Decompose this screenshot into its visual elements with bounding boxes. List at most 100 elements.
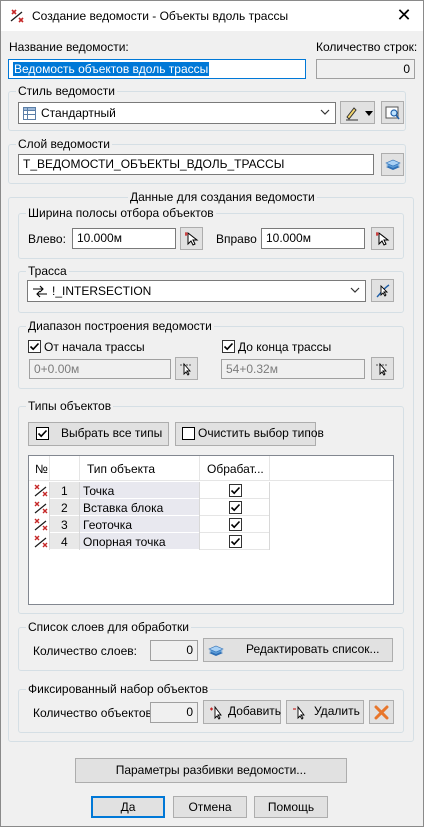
style-combo[interactable]: Стандартный	[18, 102, 336, 124]
ok-button[interactable]: Да	[91, 796, 165, 818]
clear-types-label: Очистить выбор типов	[198, 426, 324, 440]
table-row[interactable]: 3 Геоточка	[29, 516, 270, 533]
row-count-label: Количество строк:	[316, 40, 418, 54]
remove-objects-button[interactable]: Удалить	[286, 700, 364, 724]
title-bar: Создание ведомости - Объекты вдоль трасс…	[1, 1, 423, 31]
right-width-input[interactable]: 10.000м	[261, 228, 365, 249]
from-start-label: От начала трассы	[44, 340, 145, 354]
column-header-num: №	[35, 462, 48, 476]
object-type-icon	[34, 484, 48, 497]
checkmark-icon	[230, 537, 241, 546]
strip-width-label: Ширина полосы отбора объектов	[26, 206, 216, 220]
range-group	[18, 326, 404, 389]
alignment-label: Трасса	[26, 264, 69, 278]
layers-icon	[208, 645, 224, 656]
row-num: 3	[61, 518, 68, 532]
to-end-checkbox[interactable]	[222, 340, 235, 353]
chevron-down-icon	[350, 287, 360, 293]
cancel-button[interactable]: Отмена	[173, 796, 247, 818]
pick-cursor-icon	[376, 231, 390, 246]
split-params-button[interactable]: Параметры разбивки ведомости...	[75, 758, 347, 783]
table-row[interactable]: 2 Вставка блока	[29, 499, 270, 516]
fixed-count-label: Количество объектов:	[33, 706, 156, 720]
end-station-field: 54+0.32м	[221, 359, 365, 379]
select-all-types-label: Выбрать все типы	[61, 426, 163, 440]
row-num: 2	[61, 501, 68, 515]
checkbox-empty-icon	[182, 427, 195, 440]
add-objects-button[interactable]: Добавить	[203, 700, 281, 724]
end-station-pick-button[interactable]	[371, 357, 394, 380]
pick-station-icon	[180, 362, 191, 376]
data-section-label: Данные для создания ведомости	[128, 190, 317, 204]
layer-input[interactable]: T_ВЕДОМОСТИ_ОБЪЕКТЫ_ВДОЛЬ_ТРАССЫ	[18, 154, 374, 175]
alignment-pick-button[interactable]	[371, 279, 394, 302]
delete-x-icon	[374, 705, 389, 720]
table-style-icon	[23, 107, 36, 120]
from-start-checkbox[interactable]	[28, 340, 41, 353]
grid-header: № Тип объекта Обрабат...	[29, 456, 393, 481]
close-icon[interactable]: ✕	[391, 3, 417, 29]
row-num: 1	[61, 484, 68, 498]
row-process-checkbox[interactable]	[229, 501, 242, 514]
range-label: Диапазон построения ведомости	[26, 319, 214, 333]
fixed-set-label: Фиксированный набор объектов	[26, 682, 211, 696]
pick-cursor-icon	[185, 231, 199, 246]
report-name-input[interactable]: Ведомость объектов вдоль трассы	[8, 59, 306, 79]
alignment-icon	[33, 285, 47, 298]
right-label: Вправо	[216, 232, 257, 246]
select-all-types-button[interactable]: Выбрать все типы	[28, 422, 169, 446]
fixed-count-field: 0	[150, 702, 198, 723]
start-station-pick-button[interactable]	[175, 357, 198, 380]
clear-set-button[interactable]	[369, 700, 394, 724]
remove-pick-icon	[293, 705, 305, 720]
alignment-value: !_INTERSECTION	[52, 284, 152, 298]
right-width-pick-button[interactable]	[371, 227, 394, 250]
window-title: Создание ведомости - Объекты вдоль трасс…	[32, 9, 289, 23]
column-header-process: Обрабат...	[207, 462, 264, 476]
app-icon	[10, 9, 24, 23]
layers-list-label: Список слоев для обработки	[26, 620, 191, 634]
report-name-value: Ведомость объектов вдоль трассы	[13, 62, 210, 76]
checkmark-icon	[29, 342, 40, 351]
style-value: Стандартный	[41, 106, 116, 120]
layer-select-button[interactable]	[381, 153, 404, 176]
table-row[interactable]: 1 Точка	[29, 482, 270, 499]
preview-style-button[interactable]	[381, 101, 404, 124]
object-types-grid[interactable]: № Тип объекта Обрабат... 1 Точка 2 Встав…	[28, 455, 394, 605]
pick-alignment-icon	[376, 284, 390, 298]
add-objects-label: Добавить	[228, 704, 282, 718]
left-width-input[interactable]: 10.000м	[72, 228, 176, 249]
checkmark-icon	[223, 342, 234, 351]
row-type: Точка	[83, 484, 115, 498]
alignment-combo[interactable]: !_INTERSECTION	[27, 280, 366, 302]
row-count-field: 0	[316, 59, 415, 79]
remove-objects-label: Удалить	[314, 704, 360, 718]
dropdown-arrow-icon	[365, 111, 373, 116]
checkmark-icon	[230, 486, 241, 495]
checkmark-icon	[230, 520, 241, 529]
row-type: Геоточка	[83, 518, 132, 532]
left-width-pick-button[interactable]	[180, 227, 203, 250]
start-station-field: 0+0.00м	[29, 359, 171, 379]
layers-count-label: Количество слоев:	[33, 644, 137, 658]
edit-layers-label: Редактировать список...	[246, 642, 380, 656]
row-process-checkbox[interactable]	[229, 535, 242, 548]
pencil-icon	[346, 107, 358, 121]
clear-types-button[interactable]: Очистить выбор типов	[175, 422, 324, 446]
row-process-checkbox[interactable]	[229, 484, 242, 497]
magnifier-icon	[385, 106, 400, 120]
row-process-checkbox[interactable]	[229, 518, 242, 531]
report-name-label: Название ведомости:	[9, 40, 129, 54]
add-pick-icon	[210, 705, 222, 720]
row-num: 4	[61, 535, 68, 549]
table-row[interactable]: 4 Опорная точка	[29, 533, 270, 550]
edit-style-button[interactable]	[340, 101, 375, 124]
chevron-down-icon	[320, 109, 330, 115]
to-end-label: До конца трассы	[238, 340, 332, 354]
edit-layers-button[interactable]: Редактировать список...	[203, 638, 393, 662]
help-button[interactable]: Помощь	[254, 796, 328, 818]
object-type-icon	[34, 535, 48, 548]
checkmark-icon	[230, 503, 241, 512]
layers-icon	[385, 159, 401, 170]
pick-station-icon	[376, 362, 387, 376]
